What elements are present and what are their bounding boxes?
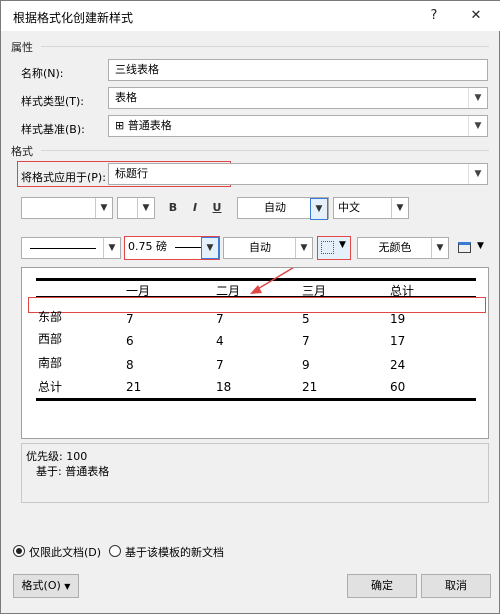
- apply-to-value: 标题行: [115, 167, 148, 180]
- name-label: 名称(N):: [21, 67, 64, 80]
- style-type-value: 表格: [115, 91, 137, 104]
- chevron-down-icon: ▼: [64, 582, 71, 591]
- properties-section-label: 属性: [11, 41, 33, 54]
- table-preview: 一月 二月 三月 总计 东部 7 7 5 19 西部 6 4 7 17 南部 8…: [21, 267, 489, 439]
- style-base-label: 样式基准(B):: [21, 123, 85, 136]
- language-select[interactable]: 中文 ▼: [333, 197, 409, 219]
- style-type-label: 样式类型(T):: [21, 95, 85, 108]
- font-color-value: 自动: [264, 201, 286, 214]
- chevron-down-icon: ▼: [431, 238, 448, 258]
- apply-to-select[interactable]: 标题行 ▼: [108, 163, 488, 185]
- create-style-dialog: 根据格式化创建新样式 ? ✕ 属性 名称(N): 三线表格 样式类型(T): 表…: [0, 0, 500, 614]
- font-name-select[interactable]: ▼: [21, 197, 113, 219]
- new-template-label: 基于该模板的新文档: [125, 546, 224, 559]
- table-properties-button[interactable]: ▼: [456, 240, 488, 258]
- priority-text: 优先级: 100: [26, 450, 88, 463]
- based-on-text: 基于: 普通表格: [36, 465, 110, 478]
- properties-divider: [41, 46, 489, 47]
- chevron-down-icon: ▼: [468, 116, 487, 136]
- format-divider: [41, 150, 489, 151]
- border-width-value: 0.75 磅: [128, 240, 167, 253]
- help-button[interactable]: ?: [421, 5, 447, 27]
- chevron-down-icon: ▼: [468, 164, 487, 184]
- chevron-down-icon: ▼: [310, 198, 328, 220]
- italic-button[interactable]: I: [185, 198, 205, 218]
- border-style-select[interactable]: ▼: [21, 237, 121, 259]
- font-color-select[interactable]: 自动 ▼: [237, 197, 329, 220]
- chevron-down-icon: ▼: [295, 238, 312, 258]
- chevron-down-icon: ▼: [391, 198, 408, 218]
- this-document-radio[interactable]: [13, 545, 25, 557]
- style-description: 优先级: 100 基于: 普通表格: [21, 443, 489, 503]
- name-input[interactable]: 三线表格: [108, 59, 488, 81]
- new-template-radio[interactable]: [109, 545, 121, 557]
- format-button-label: 格式(O): [21, 579, 61, 592]
- format-button[interactable]: 格式(O) ▼: [13, 574, 79, 598]
- border-grid-icon: [321, 241, 334, 254]
- chevron-down-icon: ▼: [201, 237, 219, 259]
- border-line-sample: [30, 248, 96, 249]
- title-bar: 根据格式化创建新样式 ? ✕: [1, 1, 500, 31]
- borders-button[interactable]: ▼: [317, 236, 351, 260]
- format-section-label: 格式: [11, 145, 33, 158]
- style-type-select[interactable]: 表格 ▼: [108, 87, 488, 109]
- border-width-select[interactable]: 0.75 磅 ▼: [124, 236, 220, 260]
- this-document-label: 仅限此文档(D): [29, 546, 102, 559]
- close-button[interactable]: ✕: [463, 5, 489, 27]
- cancel-button[interactable]: 取消: [421, 574, 491, 598]
- shading-select[interactable]: 无颜色 ▼: [357, 237, 449, 259]
- width-line-sample: [175, 247, 201, 248]
- chevron-down-icon: ▼: [95, 198, 112, 218]
- border-color-select[interactable]: 自动 ▼: [223, 237, 313, 259]
- chevron-down-icon: ▼: [477, 241, 484, 251]
- shading-value: 无颜色: [378, 241, 412, 254]
- underline-button[interactable]: U: [207, 198, 227, 218]
- table-properties-icon: [458, 242, 471, 253]
- style-base-select[interactable]: ⊞ 普通表格 ▼: [108, 115, 488, 137]
- apply-to-label: 将格式应用于(P):: [21, 171, 106, 184]
- font-size-select[interactable]: ▼: [117, 197, 155, 219]
- window-title: 根据格式化创建新样式: [13, 11, 134, 25]
- chevron-down-icon: ▼: [103, 238, 120, 258]
- chevron-down-icon: ▼: [137, 198, 154, 218]
- language-value: 中文: [338, 201, 360, 214]
- annotation-arrow: [250, 268, 295, 294]
- style-base-value: ⊞ 普通表格: [115, 119, 172, 132]
- border-color-value: 自动: [249, 241, 271, 254]
- ok-button[interactable]: 确定: [347, 574, 417, 598]
- chevron-down-icon: ▼: [339, 240, 346, 250]
- bold-button[interactable]: B: [163, 198, 183, 218]
- chevron-down-icon: ▼: [468, 88, 487, 108]
